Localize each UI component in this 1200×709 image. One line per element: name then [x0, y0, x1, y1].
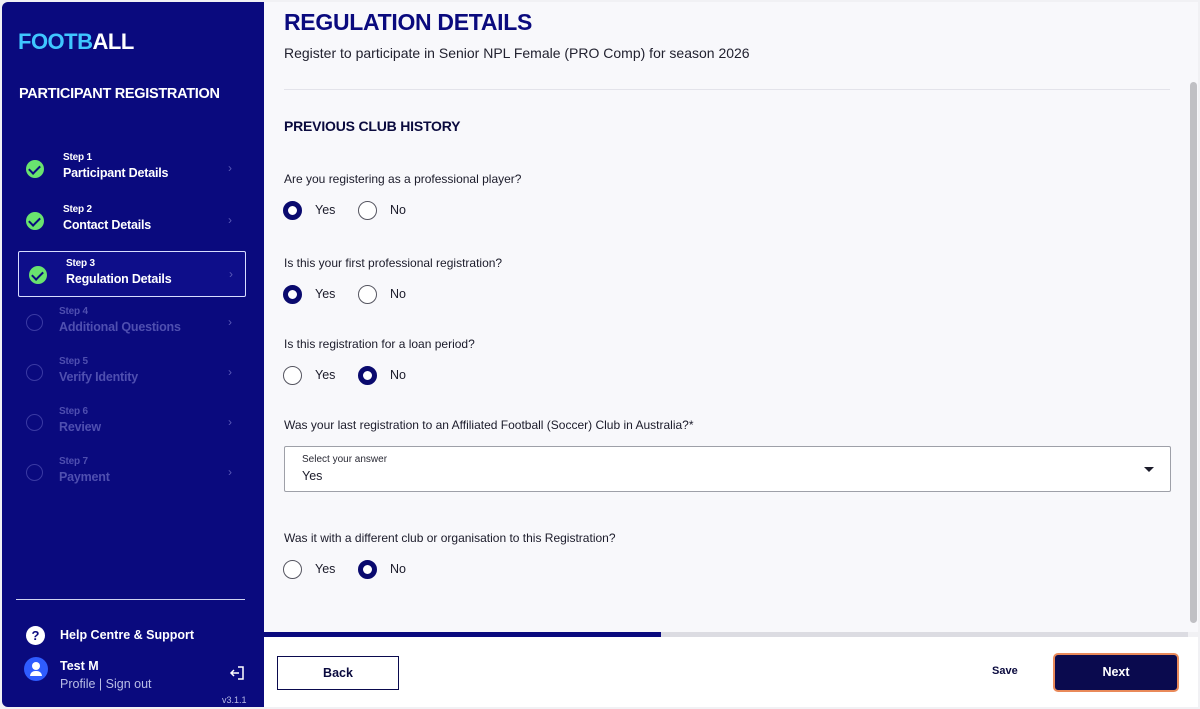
- profile-sign-out-links[interactable]: Profile | Sign out: [60, 677, 152, 691]
- step-name: Payment: [59, 470, 110, 484]
- radio-professional-no[interactable]: [358, 201, 377, 220]
- step-name: Participant Details: [63, 166, 169, 180]
- step-item-regulation-details[interactable]: Step 3 Regulation Details ›: [18, 251, 246, 297]
- chevron-right-icon: ›: [228, 315, 232, 329]
- help-centre-link[interactable]: Help Centre & Support: [60, 628, 194, 642]
- radio-different-club-yes[interactable]: [283, 560, 302, 579]
- save-button[interactable]: Save: [992, 665, 1018, 677]
- help-icon[interactable]: ?: [26, 626, 45, 645]
- empty-circle-icon: [26, 464, 43, 481]
- step-number: Step 2: [63, 204, 92, 215]
- step-number: Step 6: [59, 406, 88, 417]
- step-name: Contact Details: [63, 218, 151, 232]
- next-button[interactable]: Next: [1053, 653, 1179, 692]
- radio-label-no: No: [390, 203, 406, 217]
- divider: [284, 89, 1170, 90]
- chevron-right-icon: ›: [228, 465, 232, 479]
- radio-loan-no[interactable]: [358, 366, 377, 385]
- step-number: Step 1: [63, 152, 92, 163]
- radio-label-yes: Yes: [315, 287, 336, 301]
- radio-label-yes: Yes: [315, 562, 336, 576]
- back-button[interactable]: Back: [277, 656, 399, 690]
- chevron-right-icon: ›: [228, 161, 232, 175]
- radio-different-club-no[interactable]: [358, 560, 377, 579]
- step-name: Review: [59, 420, 101, 434]
- logo-text: ALL: [92, 29, 135, 54]
- user-name: Test M: [60, 659, 99, 673]
- sidebar-divider: [16, 599, 245, 600]
- question-professional-player: Are you registering as a professional pl…: [284, 172, 522, 186]
- select-label: Select your answer: [302, 454, 388, 465]
- radio-label-yes: Yes: [315, 203, 336, 217]
- step-item-participant-details[interactable]: Step 1 Participant Details ›: [16, 146, 244, 192]
- radio-professional-yes[interactable]: [283, 201, 302, 220]
- chevron-right-icon: ›: [229, 267, 233, 281]
- page-subtitle: Register to participate in Senior NPL Fe…: [284, 45, 750, 61]
- version-label: v3.1.1: [222, 695, 247, 705]
- step-item-review[interactable]: Step 6 Review ›: [16, 400, 244, 446]
- step-name: Regulation Details: [66, 272, 172, 286]
- section-title: PREVIOUS CLUB HISTORY: [284, 118, 461, 134]
- chevron-right-icon: ›: [228, 365, 232, 379]
- check-circle-icon: [26, 160, 44, 178]
- question-loan-period: Is this registration for a loan period?: [284, 337, 475, 351]
- logout-icon[interactable]: [229, 665, 245, 681]
- empty-circle-icon: [26, 364, 43, 381]
- radio-loan-yes[interactable]: [283, 366, 302, 385]
- step-number: Step 7: [59, 456, 88, 467]
- question-first-professional: Is this your first professional registra…: [284, 256, 503, 270]
- empty-circle-icon: [26, 414, 43, 431]
- step-item-additional-questions[interactable]: Step 4 Additional Questions ›: [16, 300, 244, 346]
- step-number: Step 4: [59, 306, 88, 317]
- question-different-club: Was it with a different club or organisa…: [284, 531, 616, 545]
- user-avatar-icon: [24, 657, 48, 681]
- empty-circle-icon: [26, 314, 43, 331]
- check-circle-icon: [29, 266, 47, 284]
- step-name: Additional Questions: [59, 320, 181, 334]
- radio-label-yes: Yes: [315, 368, 336, 382]
- step-item-verify-identity[interactable]: Step 5 Verify Identity ›: [16, 350, 244, 396]
- radio-first-professional-yes[interactable]: [283, 285, 302, 304]
- radio-label-no: No: [390, 287, 406, 301]
- chevron-right-icon: ›: [228, 213, 232, 227]
- step-item-payment[interactable]: Step 7 Payment ›: [16, 450, 244, 496]
- step-name: Verify Identity: [59, 370, 138, 384]
- scrollbar-thumb[interactable]: [1190, 82, 1197, 623]
- page-title: REGULATION DETAILS: [284, 9, 533, 35]
- caret-down-icon: [1144, 467, 1154, 472]
- radio-label-no: No: [390, 368, 406, 382]
- question-last-registration: Was your last registration to an Affilia…: [284, 418, 694, 432]
- radio-first-professional-no[interactable]: [358, 285, 377, 304]
- radio-label-no: No: [390, 562, 406, 576]
- registration-app: FOOTBALL PARTICIPANT REGISTRATION Step 1…: [0, 0, 1200, 709]
- football-logo[interactable]: FOOTBALL: [18, 29, 134, 55]
- logo-text-accent: FOOTB: [18, 29, 93, 54]
- select-value: Yes: [302, 469, 323, 483]
- check-circle-icon: [26, 212, 44, 230]
- sidebar-title: PARTICIPANT REGISTRATION: [19, 86, 220, 102]
- chevron-right-icon: ›: [228, 415, 232, 429]
- step-number: Step 5: [59, 356, 88, 367]
- step-item-contact-details[interactable]: Step 2 Contact Details ›: [16, 198, 244, 244]
- step-number: Step 3: [66, 258, 95, 269]
- last-registration-select[interactable]: Select your answer Yes: [284, 446, 1171, 492]
